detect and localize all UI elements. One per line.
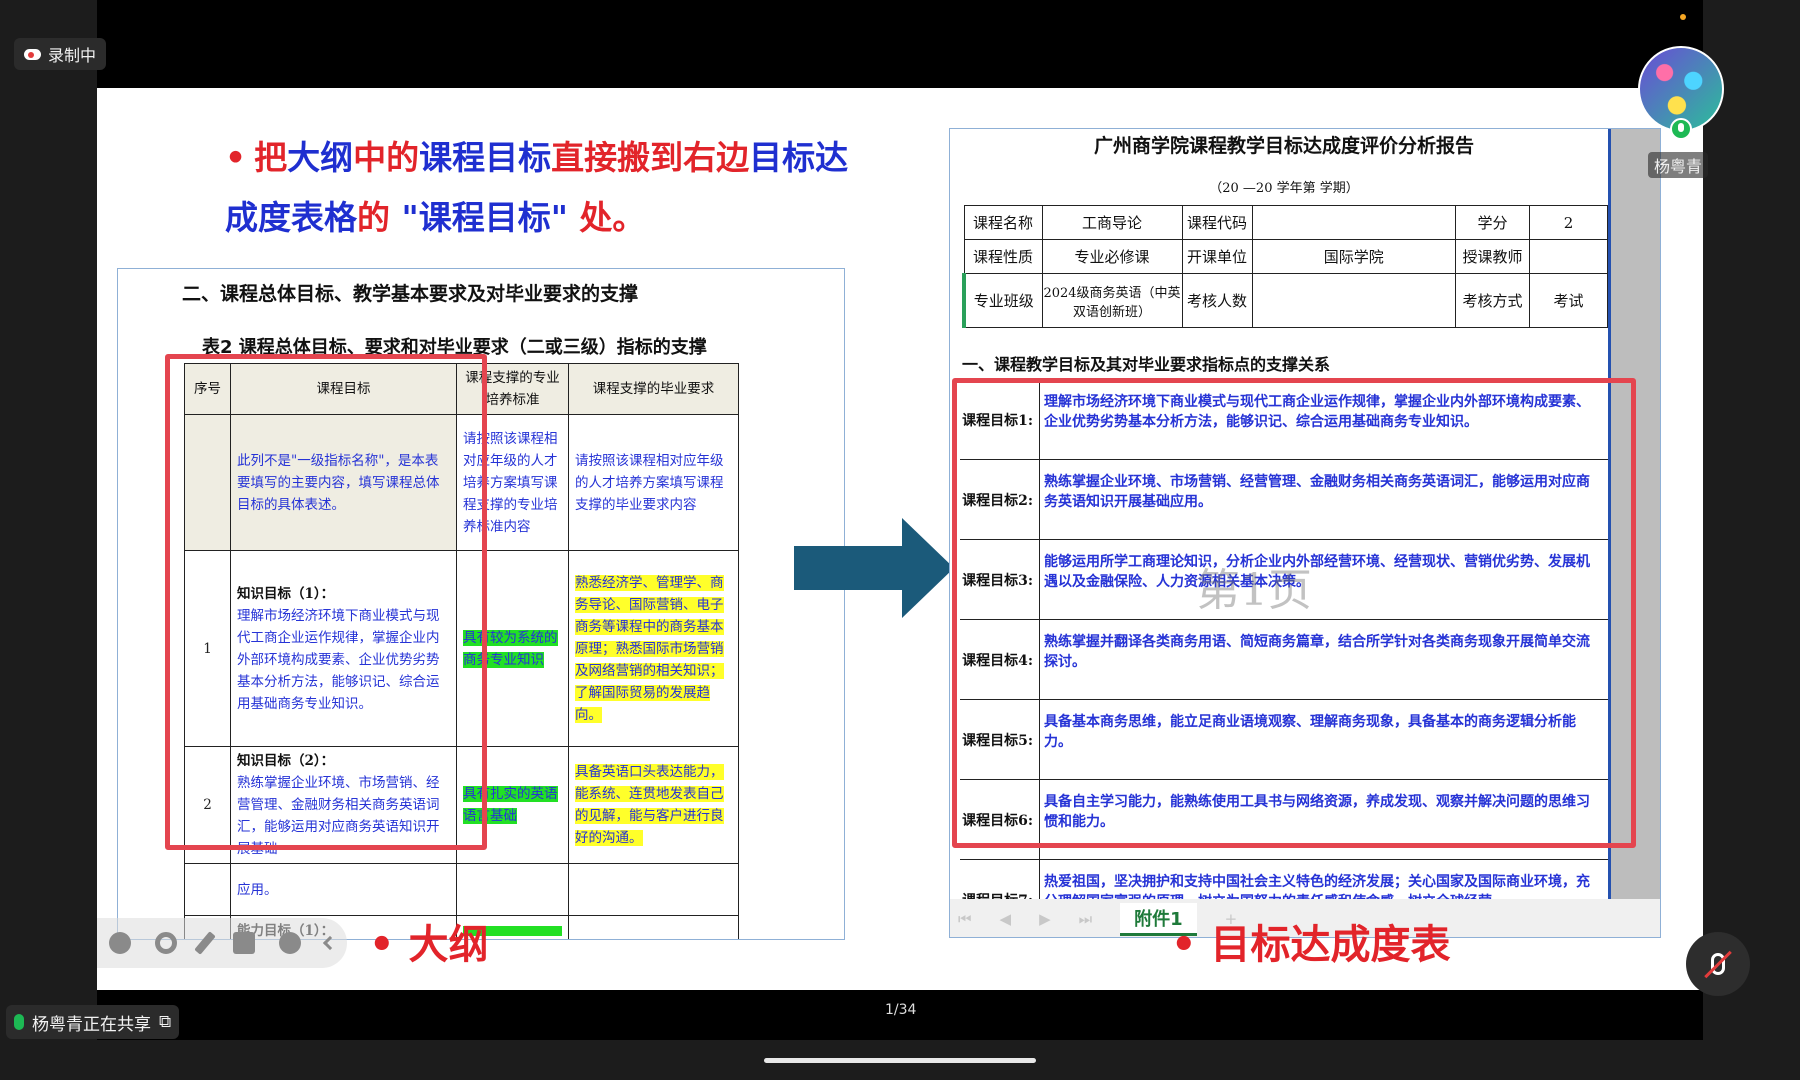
annotation-box-outline — [165, 354, 487, 850]
pen-icon[interactable] — [194, 931, 216, 955]
headline-part: 中的 — [353, 138, 420, 177]
headline-part: "课程目标" — [401, 198, 568, 237]
info-value: 工商导论 — [1041, 205, 1183, 240]
participant-name: 杨粤青 — [1648, 152, 1709, 178]
info-label: 考核人数 — [1181, 273, 1253, 328]
table-cell — [456, 863, 569, 916]
report-year: （20 —20 学年第 学期） — [1209, 181, 1359, 196]
left-bezel — [0, 0, 97, 1040]
info-value: 专业必修课 — [1041, 239, 1183, 274]
info-label: 授课教师 — [1455, 239, 1530, 274]
pointer-icon[interactable] — [155, 932, 177, 954]
home-indicator[interactable] — [764, 1058, 1036, 1063]
headline-part: 把 — [254, 138, 288, 177]
last-sheet-icon[interactable]: ⏭ — [1079, 910, 1093, 928]
slide-headline: • 把大纲中的课程目标直接搬到右边目标达成度表格的 "课程目标" 处。 — [225, 128, 855, 248]
info-label: 专业班级 — [962, 273, 1043, 328]
prev-sheet-icon[interactable]: ◀ — [1000, 910, 1012, 928]
report-title: 广州商学院课程教学目标达成度评价分析报告 — [1093, 135, 1474, 157]
info-value: 考试 — [1529, 273, 1608, 328]
info-label: 课程性质 — [963, 239, 1043, 274]
headline-part: 直接搬到右边 — [551, 138, 750, 177]
recording-badge[interactable]: 录制中 — [14, 38, 107, 70]
page-indicator: 1/34 — [885, 1002, 917, 1018]
mute-button[interactable] — [1686, 932, 1750, 996]
shared-slide: • 把大纲中的课程目标直接搬到右边目标达成度表格的 "课程目标" 处。 二、课程总… — [97, 88, 1703, 990]
info-value: 2024级商务英语（中英双语创新班） — [1041, 273, 1183, 328]
right-bezel — [1703, 0, 1800, 1040]
info-label: 开课单位 — [1181, 239, 1253, 274]
share-screen-icon[interactable]: ⧉ — [159, 1012, 171, 1032]
headline-part: 课程目标 — [419, 138, 552, 177]
cloud-record-icon — [24, 48, 41, 60]
recording-label: 录制中 — [48, 46, 97, 65]
info-label: 学分 — [1455, 205, 1530, 240]
share-status: 杨粤青正在共享 ⧉ — [6, 1005, 180, 1039]
table-cell — [568, 915, 739, 939]
annotation-box-target — [952, 378, 1636, 848]
info-value — [1529, 239, 1608, 274]
table-cell — [184, 863, 231, 916]
share-status-text: 杨粤青正在共享 — [32, 1014, 151, 1035]
report-section-title: 一、课程教学目标及其对毕业要求指标点的支撑关系 — [962, 355, 1331, 374]
table-cell: 请按照该课程相对应年级的人才培养方案填写课程支撑的毕业要求内容 — [568, 414, 739, 551]
info-label: 课程代码 — [1181, 205, 1253, 240]
requirement-text: 熟悉经济学、管理学、商务导论、国际营销、电子商务等课程中的商务基本原理；熟悉国际… — [575, 574, 724, 723]
headline-bullet: • — [225, 138, 247, 177]
back-icon[interactable] — [109, 932, 131, 954]
col-header: 课程支撑的毕业要求 — [568, 363, 739, 415]
outline-section-title: 二、课程总体目标、教学基本要求及对毕业要求的支撑 — [182, 283, 639, 305]
info-value — [1251, 273, 1456, 328]
first-sheet-icon[interactable]: ⏮ — [958, 910, 972, 928]
next-sheet-icon[interactable]: ▶ — [1039, 910, 1051, 928]
table-cell — [568, 863, 739, 916]
info-value: 2 — [1529, 205, 1608, 240]
goal-row: 课程目标7:热爱祖国，坚决拥护和支持中国社会主义特色的经济发展；关心国家及国际商… — [960, 860, 1610, 899]
more-icon[interactable] — [279, 932, 301, 954]
headline-part: 处。 — [567, 198, 646, 237]
mic-active-icon — [1670, 118, 1692, 140]
info-label: 课程名称 — [963, 205, 1043, 240]
status-dot — [1680, 14, 1686, 20]
info-label: 考核方式 — [1455, 273, 1530, 328]
headline-part: 大纲 — [287, 138, 354, 177]
right-arrow-icon — [794, 518, 954, 618]
collapse-icon[interactable] — [322, 935, 338, 951]
headline-part: 的 — [357, 198, 402, 237]
requirement-text: 具备英语口头表达能力，能系统、连贯地发表自己的见解，能与客户进行良好的沟通。 — [575, 764, 724, 846]
annotation-toolbar — [97, 918, 347, 968]
table-cell: 熟悉经济学、管理学、商务导论、国际营销、电子商务等课程中的商务基本原理；熟悉国际… — [568, 550, 739, 747]
target-table-caption: • 目标达成度表 — [1171, 922, 1451, 968]
goal-label: 课程目标7: — [960, 860, 1040, 899]
goal-text: 热爱祖国，坚决拥护和支持中国社会主义特色的经济发展；关心国家及国际商业环境，充分… — [1044, 874, 1590, 899]
course-info-table: 课程名称 工商导论 课程代码 学分 2 课程性质 专业必修课 开课单位 国际学院… — [962, 205, 1608, 328]
table-cell: 具备英语口头表达能力，能系统、连贯地发表自己的见解，能与客户进行良好的沟通。 — [568, 746, 739, 864]
table-cell: 应用。 — [230, 863, 457, 916]
highlighter-icon[interactable] — [233, 932, 255, 954]
outline-caption: • 大纲 — [369, 922, 489, 968]
info-value: 国际学院 — [1251, 239, 1456, 274]
info-value — [1251, 205, 1456, 240]
mic-icon — [14, 1014, 24, 1030]
